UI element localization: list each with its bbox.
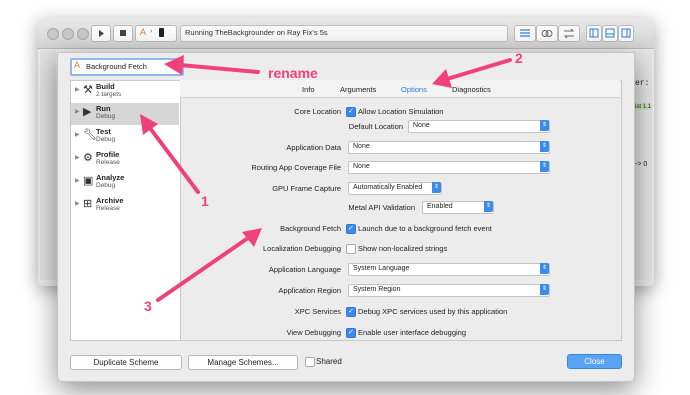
arrow-1 bbox=[140, 114, 200, 194]
rename-annotation: rename bbox=[268, 65, 318, 81]
rename-arrow bbox=[164, 55, 260, 75]
arrow-2 bbox=[432, 58, 512, 88]
annotation-number-2: 2 bbox=[515, 50, 523, 66]
annotation-number-3: 3 bbox=[144, 298, 152, 314]
arrow-3 bbox=[156, 228, 262, 302]
annotation-number-1: 1 bbox=[201, 193, 209, 209]
annotation-arrows bbox=[140, 55, 512, 302]
